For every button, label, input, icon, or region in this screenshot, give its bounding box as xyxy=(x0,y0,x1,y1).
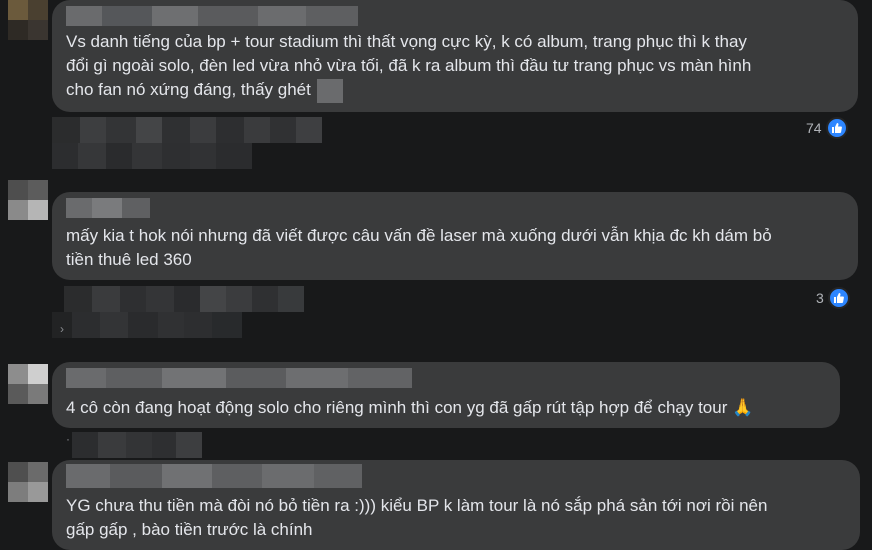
reaction-count[interactable]: 74 xyxy=(806,117,848,139)
commenter-name-redacted[interactable] xyxy=(66,198,150,218)
comment-bubble: 4 cô còn đang hoạt động solo cho riêng m… xyxy=(52,362,840,428)
reply-marker-icon: › xyxy=(60,322,64,336)
avatar[interactable] xyxy=(8,180,48,220)
emoji-icon xyxy=(316,78,343,103)
commenter-name-redacted[interactable] xyxy=(66,6,358,26)
comment-text-line: tiền thuê led 360 xyxy=(66,250,192,269)
avatar[interactable] xyxy=(8,462,48,502)
comment-actions-redacted[interactable] xyxy=(52,117,322,143)
like-thumb-icon xyxy=(825,117,848,139)
commenter-name-redacted[interactable] xyxy=(66,464,362,488)
like-thumb-icon xyxy=(827,287,850,309)
comment-bubble: Vs danh tiếng của bp + tour stadium thì … xyxy=(52,0,858,112)
comment-text-line: mấy kia t hok nói nhưng đã viết được câu… xyxy=(66,226,772,245)
comment-text-line: 4 cô còn đang hoạt động solo cho riêng m… xyxy=(66,398,754,417)
comment-actions-redacted xyxy=(52,312,242,338)
reaction-number: 74 xyxy=(806,120,822,136)
reply-marker-icon: · xyxy=(66,432,70,446)
comment-actions-redacted[interactable] xyxy=(64,286,304,312)
comment-actions-redacted[interactable] xyxy=(72,432,202,458)
comment-bubble: mấy kia t hok nói nhưng đã viết được câu… xyxy=(52,192,858,280)
avatar[interactable] xyxy=(8,0,48,40)
comment-actions-redacted xyxy=(52,143,252,169)
reaction-number: 3 xyxy=(816,290,824,306)
comment-text-line: Vs danh tiếng của bp + tour stadium thì … xyxy=(66,32,747,51)
reaction-count[interactable]: 3 xyxy=(816,287,850,309)
comment-bubble: YG chưa thu tiền mà đòi nó bỏ tiền ra :)… xyxy=(52,460,860,550)
commenter-name-redacted[interactable] xyxy=(66,368,412,388)
comment-text-line: đổi gì ngoài solo, đèn led vừa nhỏ vừa t… xyxy=(66,56,752,75)
avatar[interactable] xyxy=(8,364,48,404)
comment-text-line: YG chưa thu tiền mà đòi nó bỏ tiền ra :)… xyxy=(66,496,768,515)
comment-text: cho fan nó xứng đáng, thấy ghét xyxy=(66,80,311,99)
comment-text-line: cho fan nó xứng đáng, thấy ghét xyxy=(66,76,343,103)
